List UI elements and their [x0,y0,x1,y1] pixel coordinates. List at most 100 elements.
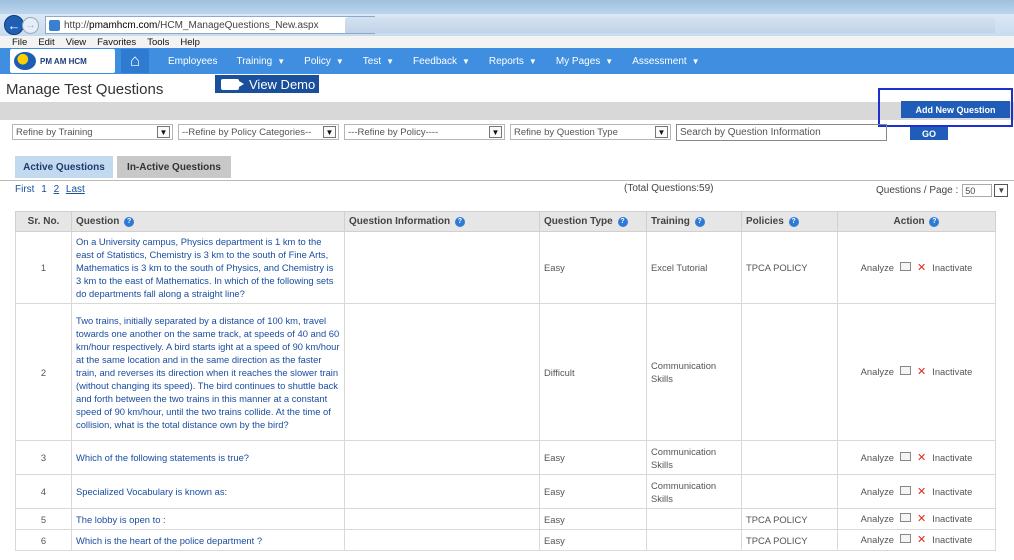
help-icon[interactable]: ? [124,217,135,227]
cell-question[interactable]: The lobby is open to : [71,508,345,530]
go-button[interactable]: GO [910,127,948,140]
cell-action: Analyze ✕ Inactivate [837,303,996,441]
cell-training [646,508,742,530]
col-question-info[interactable]: Question Information ? [344,211,540,232]
nav-item-label: Training [236,55,273,67]
home-icon[interactable]: ⌂ [121,49,149,73]
menu-view[interactable]: View [66,37,86,48]
cell-question[interactable]: Which is the heart of the police departm… [71,529,345,551]
inactivate-link[interactable]: Inactivate [932,486,972,497]
policy-category-filter-select[interactable]: --Refine by Policy Categories-- ▼ [178,124,339,140]
pager-page-1[interactable]: 1 [41,184,47,195]
analyze-link[interactable]: Analyze [861,486,894,497]
help-icon[interactable]: ? [694,217,705,227]
help-icon[interactable]: ? [788,217,799,227]
training-filter-value: Refine by Training [16,126,93,138]
app-logo[interactable]: PM AM HCM [10,49,115,73]
col-training[interactable]: Training ? [646,211,742,232]
inactivate-link[interactable]: Inactivate [932,534,972,545]
inactivate-link[interactable]: Inactivate [932,452,972,463]
col-action: Action ? [837,211,996,232]
col-question[interactable]: Question ? [71,211,345,232]
help-icon[interactable]: ? [454,217,465,227]
pager-last[interactable]: Last [66,184,85,195]
tab-active-questions[interactable]: Active Questions [15,156,113,178]
menu-favorites[interactable]: Favorites [97,37,136,48]
nav-item-my-pages[interactable]: My Pages ▼ [556,56,613,67]
close-icon[interactable]: ✕ [917,262,926,274]
edit-icon[interactable] [900,485,911,495]
question-type-filter-select[interactable]: Refine by Question Type ▼ [510,124,671,140]
nav-item-training[interactable]: Training ▼ [236,56,285,67]
view-demo-button[interactable]: View Demo [215,75,319,93]
help-icon[interactable]: ? [617,217,628,227]
menu-edit[interactable]: Edit [38,37,54,48]
close-icon[interactable]: ✕ [917,452,926,464]
pager-first[interactable]: First [15,184,34,195]
analyze-link[interactable]: Analyze [861,366,894,377]
url-field[interactable]: http://pmamhcm.com/HCM_ManageQuestions_N… [45,16,375,34]
forward-arrow-icon[interactable]: → [22,16,39,34]
menu-tools[interactable]: Tools [147,37,169,48]
cell-action: Analyze ✕ Inactivate [837,508,996,530]
nav-item-feedback[interactable]: Feedback ▼ [413,56,470,67]
edit-icon[interactable] [900,534,911,543]
browser-tab-strip[interactable] [345,17,995,33]
pager-page-2[interactable]: 2 [54,184,60,195]
policy-filter-select[interactable]: ---Refine by Policy---- ▼ [344,124,505,140]
per-page-label: Questions / Page : [876,185,959,196]
close-icon[interactable]: ✕ [917,486,926,498]
edit-icon[interactable] [900,261,911,271]
table-row: 4 Specialized Vocabulary is known as: Easy… [15,474,996,509]
inactivate-link[interactable]: Inactivate [932,513,972,524]
cell-question[interactable]: Which of the following statements is tru… [71,440,345,475]
close-icon[interactable]: ✕ [917,534,926,546]
cell-question[interactable]: On a University campus, Physics departme… [71,231,345,304]
cell-training [646,529,742,551]
pagination: First 1 2 Last [15,184,89,195]
cell-question-type: Difficult [539,303,647,441]
cell-training: Communication Skills [646,440,742,475]
help-icon[interactable]: ? [929,217,940,227]
analyze-link[interactable]: Analyze [861,262,894,273]
col-question-type[interactable]: Question Type ? [539,211,647,232]
search-input[interactable]: Search by Question Information [676,124,887,141]
analyze-link[interactable]: Analyze [861,513,894,524]
close-icon[interactable]: ✕ [917,366,926,378]
nav-item-employees[interactable]: Employees [168,56,217,67]
inactivate-link[interactable]: Inactivate [932,262,972,273]
toolbar-strip: Add New Question [0,88,1014,127]
analyze-link[interactable]: Analyze [861,452,894,463]
cell-question[interactable]: Specialized Vocabulary is known as: [71,474,345,509]
nav-item-label: Reports [488,55,524,67]
pager-row: First 1 2 Last (Total Questions:59) Ques… [0,180,1014,197]
cell-question-type: Easy [539,474,647,509]
nav-item-test[interactable]: Test ▼ [363,56,394,67]
analyze-link[interactable]: Analyze [861,534,894,545]
edit-icon[interactable] [900,451,911,461]
nav-item-label: Assessment [632,55,687,67]
col-policies[interactable]: Policies ? [741,211,838,232]
nav-item-assessment[interactable]: Assessment ▼ [632,56,699,67]
cell-question[interactable]: Two trains, initially separated by a dis… [71,303,345,441]
tab-inactive-questions[interactable]: In-Active Questions [117,156,231,178]
cell-question-type: Easy [539,508,647,530]
chevron-down-icon[interactable]: ▼ [994,184,1009,197]
nav-item-policy[interactable]: Policy ▼ [304,56,344,67]
table-row: 5 The lobby is open to : Easy TPCA POLICY An… [15,508,996,530]
cell-sr-no: 2 [15,303,72,441]
per-page-select[interactable]: 50 [962,184,993,197]
close-icon[interactable]: ✕ [917,513,926,525]
training-filter-select[interactable]: Refine by Training ▼ [12,124,173,140]
back-arrow-icon[interactable]: ← [4,15,24,35]
questions-table: Sr. No. Question ? Question Information … [15,211,996,551]
add-new-question-button[interactable]: Add New Question [901,101,1010,118]
menu-file[interactable]: File [12,37,27,48]
browser-menubar: File Edit View Favorites Tools Help [0,36,1014,48]
inactivate-link[interactable]: Inactivate [932,366,972,377]
view-demo-label: View Demo [249,76,316,92]
menu-help[interactable]: Help [180,37,200,48]
edit-icon[interactable] [900,513,911,522]
nav-item-reports[interactable]: Reports ▼ [489,56,537,67]
edit-icon[interactable] [900,366,911,375]
